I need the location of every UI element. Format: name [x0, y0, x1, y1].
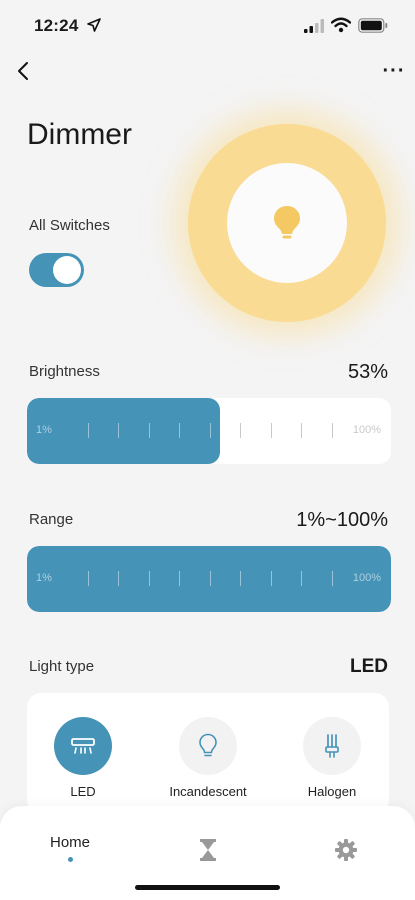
home-indicator [135, 885, 280, 890]
slider-tick [210, 423, 211, 438]
page-title: Dimmer [27, 118, 132, 151]
range-slider[interactable]: 1% 100% [27, 546, 391, 612]
tab-settings[interactable] [306, 838, 386, 867]
range-label: Range [29, 511, 74, 528]
back-button[interactable] [12, 58, 34, 84]
slider-tick [149, 571, 150, 586]
tab-active-indicator [67, 857, 73, 862]
slider-tick [332, 423, 333, 438]
slider-tick [240, 571, 241, 586]
range-value: 1%~100% [296, 509, 388, 531]
slider-tick [88, 571, 89, 586]
brightness-label: Brightness [29, 363, 100, 380]
cellular-signal-icon [304, 19, 324, 33]
led-option-label: LED [70, 784, 96, 799]
tab-scenes[interactable] [168, 838, 248, 867]
halogen-option-circle [303, 717, 361, 775]
brightness-slider[interactable]: 1% 100% [27, 398, 391, 464]
tab-home-label: Home [49, 834, 90, 851]
status-bar: 12:24 [0, 0, 415, 54]
halogen-option-label: Halogen [307, 784, 357, 799]
slider-tick [301, 571, 302, 586]
brightness-max-label: 100% [352, 424, 381, 436]
wifi-icon [331, 17, 351, 33]
bulb-icon [274, 206, 300, 239]
brightness-glow-ring [188, 124, 386, 322]
slider-tick [210, 571, 211, 586]
brightness-value: 53% [347, 361, 388, 383]
light-type-value: LED [350, 656, 388, 677]
slider-tick [271, 571, 272, 586]
led-strip-icon [71, 738, 95, 754]
brightness-slider-fill [27, 398, 220, 464]
slider-tick [332, 571, 333, 586]
slider-tick [271, 423, 272, 438]
light-type-label: Light type [29, 658, 95, 675]
brightness-min-label: 1% [36, 424, 52, 436]
range-max-label: 100% [352, 572, 381, 584]
bulb-outline-icon [199, 733, 217, 757]
slider-tick [179, 571, 180, 586]
slider-tick [149, 423, 150, 438]
more-options-button[interactable]: ··· [380, 58, 408, 84]
light-type-halogen[interactable]: Halogen [282, 717, 382, 799]
range-min-label: 1% [36, 572, 52, 584]
slider-tick [118, 423, 119, 438]
led-option-circle [54, 717, 112, 775]
incandescent-option-circle [179, 717, 237, 775]
gear-icon [335, 839, 357, 861]
toggle-knob [53, 256, 81, 284]
light-type-led[interactable]: LED [33, 717, 133, 799]
chevron-left-icon [18, 62, 28, 80]
light-type-card: LED Incandescent Halogen [27, 693, 389, 813]
tab-home[interactable]: Home [30, 834, 110, 862]
halogen-icon [325, 734, 339, 758]
range-slider-fill [27, 546, 391, 612]
all-switches-toggle[interactable] [29, 253, 84, 287]
light-type-incandescent[interactable]: Incandescent [158, 717, 258, 799]
incandescent-option-label: Incandescent [169, 784, 247, 799]
bulb-center[interactable] [227, 163, 347, 283]
slider-tick [301, 423, 302, 438]
slider-tick [240, 423, 241, 438]
status-time: 12:24 [34, 16, 79, 35]
slider-tick [118, 571, 119, 586]
all-switches-label: All Switches [29, 217, 110, 234]
battery-icon [358, 18, 388, 33]
location-arrow-icon [87, 18, 101, 32]
slider-tick [179, 423, 180, 438]
hourglass-icon [200, 839, 216, 861]
slider-tick [88, 423, 89, 438]
